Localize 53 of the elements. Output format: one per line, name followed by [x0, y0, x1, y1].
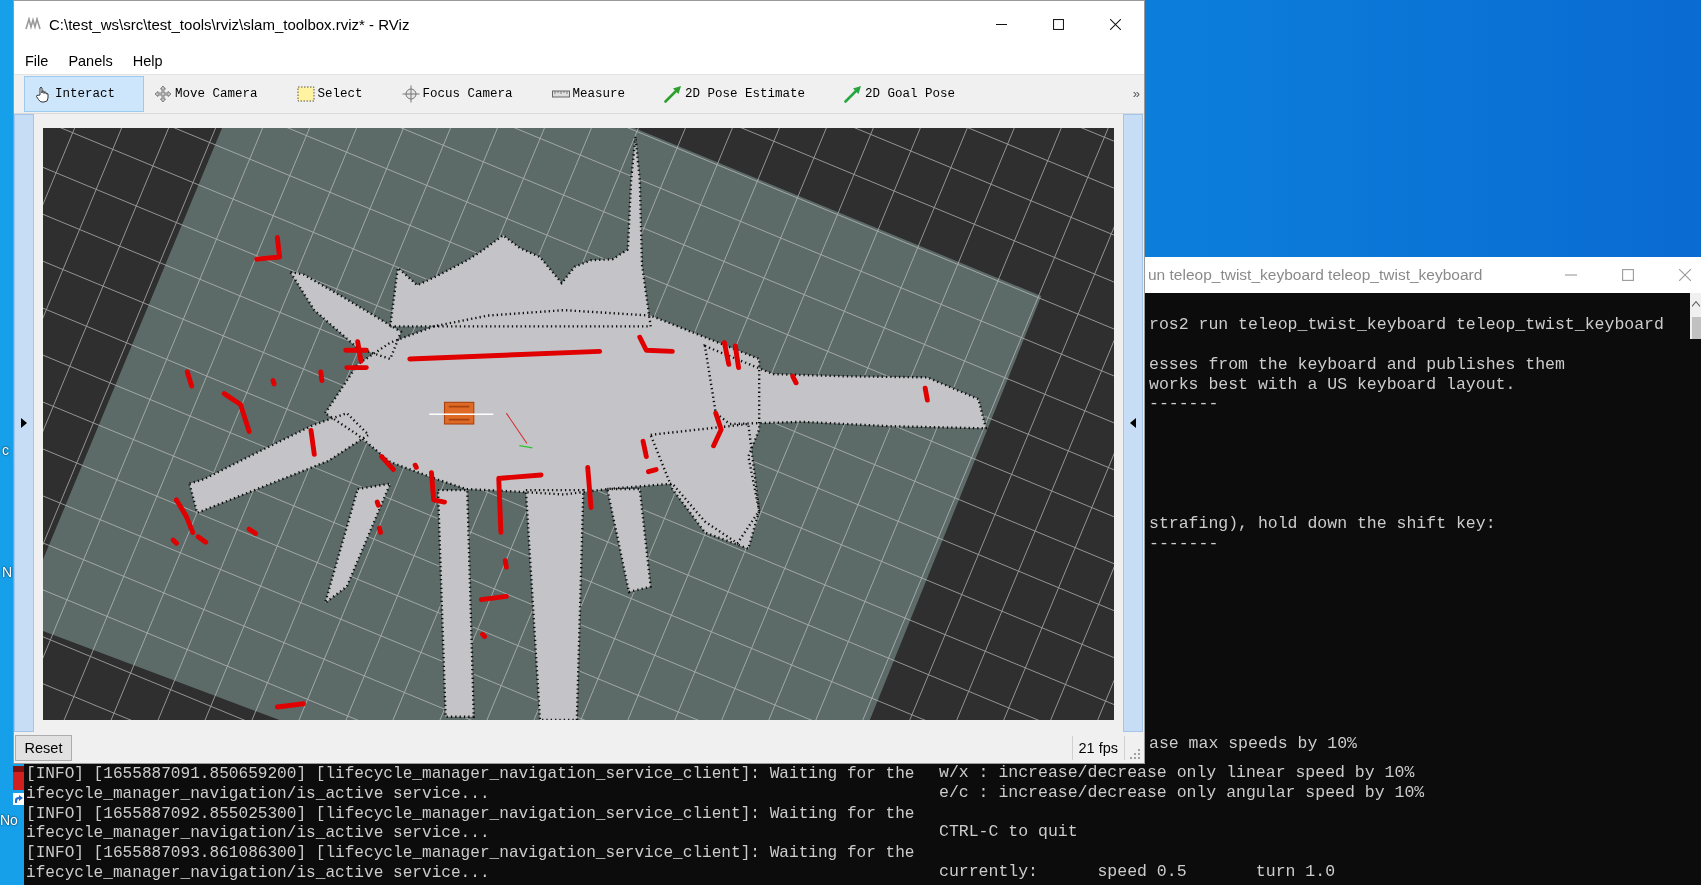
log-line: [INFO] [1655887093.861086300] [lifecycle_manager_navigation_service_client]: Waiting for the	[26, 844, 915, 864]
log-line: ifecycle_manager_navigation/is_active service...	[26, 784, 490, 805]
menu-item[interactable]: Help	[131, 52, 164, 69]
tool-button[interactable]: Measure	[541, 76, 655, 112]
terminal-line: strafing), hold down the shift key:	[1149, 514, 1496, 534]
terminal-line: -------	[1149, 534, 1219, 554]
hand-icon	[34, 85, 52, 103]
terminal-line: e/c : increase/decrease only angular speed by 10%	[939, 782, 1425, 803]
terminal-line: CTRL-C to quit	[939, 822, 1078, 843]
selection-box-icon	[296, 85, 315, 103]
log-line: [INFO] [1655887091.850659200] [lifecycle_manager_navigation_service_client]: Waiting for the	[26, 765, 915, 785]
tool-button[interactable]: Focus Camera	[391, 76, 542, 112]
app-icon[interactable]	[13, 766, 24, 790]
move-arrows-icon	[154, 85, 172, 103]
log-line: [INFO] [1655887092.855025300] [lifecycle_manager_navigation_service_client]: Waiting for the	[26, 804, 915, 825]
terminal-text: currently:	[939, 862, 1040, 882]
toolbar-overflow-button[interactable]: »	[1130, 86, 1142, 101]
tool-button[interactable]: 2D Goal Pose	[834, 76, 985, 112]
shortcut-arrow-icon	[13, 793, 24, 805]
terminal-line: esses from the keyboard and publishes them	[1149, 354, 1565, 375]
window-title: un teleop_twist_keyboard teleop_twist_keyboard	[1148, 266, 1483, 284]
resize-grip-icon[interactable]	[1129, 748, 1141, 760]
tool-button[interactable]: Interact	[24, 76, 144, 112]
terminal-line: works best with a US keyboard layout.	[1149, 374, 1516, 395]
log-line: ifecycle_manager_navigation/is_active service...	[26, 864, 490, 884]
pose-arrow-icon	[664, 85, 683, 103]
crosshair-icon	[401, 85, 420, 103]
caret-left-icon	[1130, 418, 1136, 428]
terminal-line: w/x : increase/decrease only linear speed by 10%	[939, 763, 1415, 783]
reset-button[interactable]: Reset	[15, 734, 72, 761]
terminal-text: speed 0.5	[1097, 862, 1188, 882]
fps-label: 21 fps	[1071, 735, 1125, 760]
tool-button[interactable]: Move Camera	[144, 76, 287, 112]
terminal-text: turn 1.0	[1255, 862, 1336, 882]
dock-toggle[interactable]	[14, 114, 34, 732]
menu-item[interactable]: File	[24, 52, 50, 69]
scrollbar-thumb[interactable]	[1692, 317, 1701, 339]
caret-up-icon[interactable]	[1692, 301, 1700, 307]
log-line: ifecycle_manager_navigation/is_active service...	[26, 824, 490, 845]
terminal-line: ros2 run teleop_twist_keyboard teleop_twist_keyboard	[1149, 315, 1664, 335]
caret-right-icon	[21, 418, 27, 428]
terminal-line: -------	[1149, 394, 1219, 415]
dock-toggle[interactable]	[1123, 114, 1143, 732]
close-icon[interactable]	[1110, 18, 1121, 30]
tool-button[interactable]: 2D Pose Estimate	[654, 76, 835, 112]
tool-button[interactable]: Select	[286, 76, 392, 112]
maximize-icon[interactable]	[1053, 18, 1064, 30]
menu-item[interactable]: Panels	[67, 52, 114, 69]
goal-arrow-icon	[844, 85, 863, 103]
window-title: C:\test_ws\src\test_tools\rviz\slam_toolbox.rviz* - RViz	[49, 15, 410, 33]
app-icon	[25, 17, 41, 31]
terminal-line: ase max speeds by 10%	[1149, 733, 1357, 754]
slam-map-drawing[interactable]	[43, 128, 1114, 720]
